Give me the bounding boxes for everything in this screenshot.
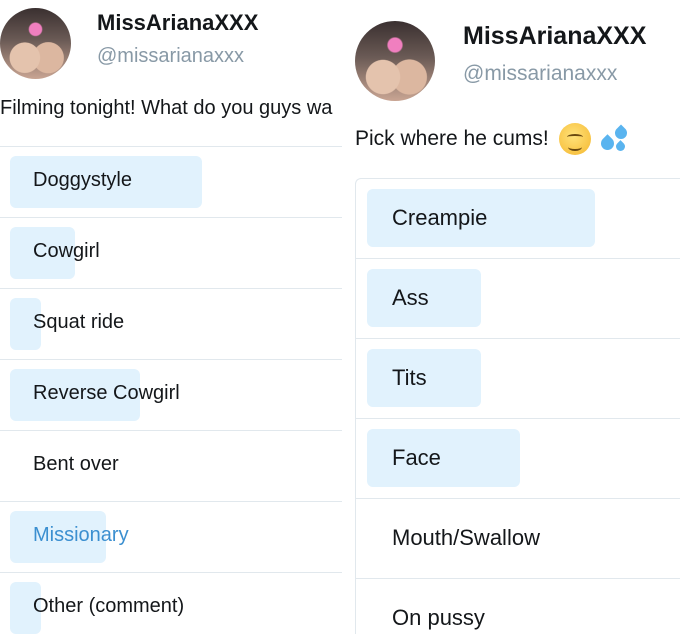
avatar[interactable]	[355, 21, 435, 101]
user-handle[interactable]: @missarianaxxx	[463, 62, 617, 86]
poll-option-label: Doggystyle	[33, 169, 132, 191]
poll-option[interactable]: Squat ride	[0, 289, 342, 360]
poll: Doggystyle Cowgirl Squat ride Reverse Cowgi…	[0, 146, 342, 634]
tweet-text: Filming tonight! What do you guys wa	[0, 97, 333, 119]
poll-option-label: Ass	[392, 285, 429, 310]
poll-option-label: Cowgirl	[33, 240, 100, 262]
display-name[interactable]: MissArianaXXX	[97, 10, 258, 36]
poll-option-label: Face	[392, 445, 441, 470]
poll-option[interactable]: Creampie	[356, 179, 680, 259]
poll-option[interactable]: Missionary	[0, 502, 342, 573]
poll-option-label: Reverse Cowgirl	[33, 382, 180, 404]
poll-option-label: Other (comment)	[33, 595, 185, 617]
poll-option-label: Missionary	[33, 524, 129, 546]
tweet-text-row: Pick where he cums!	[355, 123, 631, 155]
poll-option[interactable]: Doggystyle	[0, 147, 342, 218]
drooling-face-icon	[558, 123, 591, 155]
display-name[interactable]: MissArianaXXX	[463, 22, 646, 51]
right-tweet-panel: MissArianaXXX @missarianaxxx Pick where …	[355, 0, 680, 634]
left-tweet-panel: MissArianaXXX @missarianaxxx Filming ton…	[0, 0, 342, 634]
poll-result-bar	[367, 429, 520, 487]
tweet-text: Pick where he cums!	[355, 127, 549, 150]
image-divider	[342, 0, 355, 634]
poll-option-label: On pussy	[392, 605, 485, 630]
poll-option[interactable]: On pussy	[356, 579, 680, 634]
poll-option[interactable]: Mouth/Swallow	[356, 499, 680, 579]
poll-option[interactable]: Cowgirl	[0, 218, 342, 289]
poll-option-label: Squat ride	[33, 311, 125, 333]
poll-option[interactable]: Tits	[356, 339, 680, 419]
poll: Creampie Ass Tits Face Mouth/Swallow On pussy	[355, 178, 680, 634]
poll-option[interactable]: Reverse Cowgirl	[0, 360, 342, 431]
poll-option[interactable]: Bent over	[0, 431, 342, 502]
poll-option-label: Bent over	[33, 453, 119, 475]
poll-option[interactable]: Face	[356, 419, 680, 499]
poll-option[interactable]: Ass	[356, 259, 680, 339]
avatar[interactable]	[0, 8, 71, 79]
sweat-droplets-icon	[597, 123, 631, 155]
poll-option-label: Tits	[392, 365, 427, 390]
poll-option[interactable]: Other (comment)	[0, 573, 342, 634]
user-handle[interactable]: @missarianaxxx	[97, 45, 244, 68]
poll-option-label: Creampie	[392, 205, 488, 230]
poll-option-label: Mouth/Swallow	[392, 525, 540, 550]
